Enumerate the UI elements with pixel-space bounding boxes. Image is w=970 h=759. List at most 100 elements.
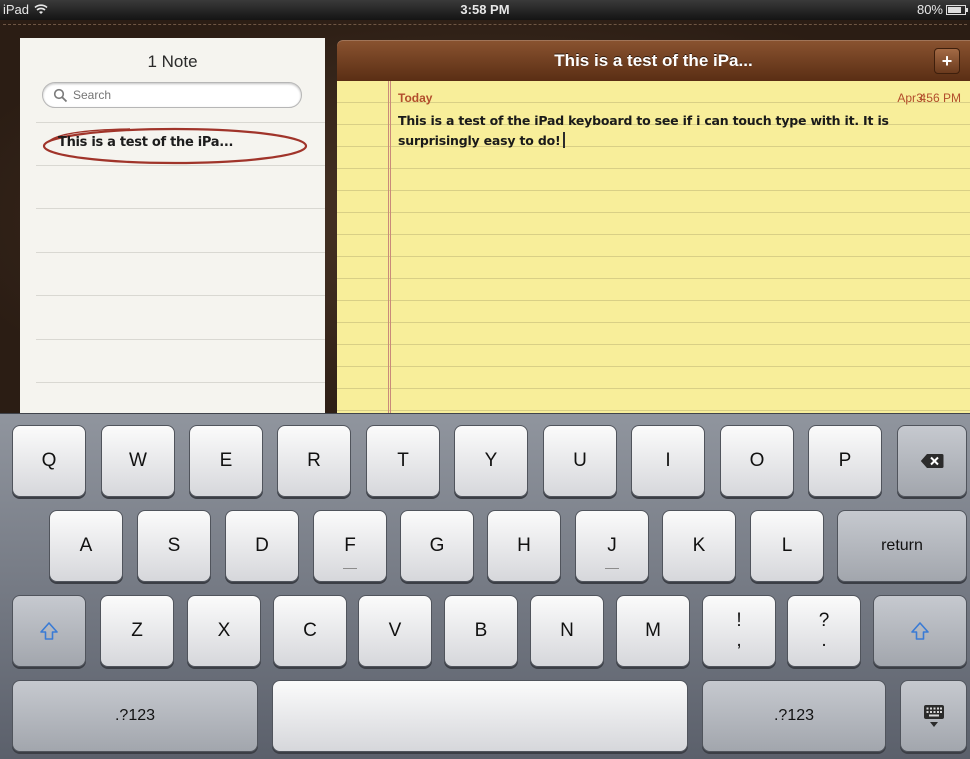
note-item-title: This is a test of the iPa... [58, 135, 234, 150]
list-row-empty [36, 209, 325, 253]
key-label: A [79, 535, 93, 556]
battery-percent: 80% [916, 2, 943, 17]
key-z[interactable]: Z [100, 595, 174, 667]
key-label: H [517, 535, 531, 556]
key-question-period[interactable]: ? . [787, 595, 861, 667]
key-m[interactable]: M [616, 595, 690, 667]
key-label-stack: ? . [819, 611, 830, 651]
key-label: O [749, 450, 765, 471]
list-item[interactable]: This is a test of the iPa... [36, 122, 325, 166]
key-label: U [573, 450, 587, 471]
note-body-content: This is a test of the iPad keyboard to s… [398, 113, 889, 148]
status-time: 3:58 PM [460, 2, 510, 17]
notes-list-panel: 1 Note This is a test of the iPa... [20, 38, 325, 415]
margin-line [388, 81, 391, 415]
key-a[interactable]: A [49, 510, 123, 582]
key-label: S [167, 535, 181, 556]
key-label-bottom: . [821, 630, 827, 651]
key-v[interactable]: V [358, 595, 432, 667]
key-r[interactable]: R [277, 425, 351, 497]
add-note-button[interactable]: + [934, 48, 960, 74]
key-c[interactable]: C [273, 595, 347, 667]
delete-key[interactable] [897, 425, 967, 497]
note-time: 3:56 PM [916, 91, 961, 105]
note-header: This is a test of the iPa... + [337, 40, 970, 81]
hide-keyboard-key[interactable] [900, 680, 967, 752]
home-row-bump [605, 568, 619, 569]
return-key[interactable]: return [837, 510, 967, 582]
search-field[interactable] [42, 82, 302, 108]
battery-icon [946, 4, 968, 15]
key-g[interactable]: G [400, 510, 474, 582]
key-n[interactable]: N [530, 595, 604, 667]
key-label: V [388, 620, 402, 641]
note-paper[interactable]: Today Apr 4 3:56 PM This is a test of th… [337, 81, 970, 415]
key-label: P [838, 450, 852, 471]
key-label: Z [131, 620, 143, 641]
key-label: .?123 [114, 707, 156, 724]
key-label: K [692, 535, 706, 556]
key-w[interactable]: W [101, 425, 175, 497]
home-row-bump [343, 568, 357, 569]
stitching-divider [3, 24, 967, 27]
key-h[interactable]: H [487, 510, 561, 582]
key-label: R [307, 450, 321, 471]
left-shift-key[interactable] [12, 595, 86, 667]
key-label: X [217, 620, 231, 641]
key-q[interactable]: Q [12, 425, 86, 497]
notes-count-title: 1 Note [147, 52, 198, 71]
key-p[interactable]: P [808, 425, 882, 497]
key-label-top: ! [736, 610, 742, 631]
backspace-icon [920, 454, 944, 468]
keyboard: Q W E R T Y U I O P A S D F G H J K L re… [0, 413, 970, 759]
key-label-bottom: , [736, 630, 742, 651]
hide-keyboard-icon [923, 705, 944, 727]
note-panel: This is a test of the iPa... + Today Apr… [337, 40, 970, 415]
key-label: Q [41, 450, 57, 471]
note-title: This is a test of the iPa... [554, 51, 753, 70]
shift-icon [911, 622, 929, 640]
notes-list: This is a test of the iPa... [36, 122, 325, 415]
key-u[interactable]: U [543, 425, 617, 497]
key-o[interactable]: O [720, 425, 794, 497]
key-label: G [429, 535, 445, 556]
numbers-key-right[interactable]: .?123 [702, 680, 886, 752]
key-x[interactable]: X [187, 595, 261, 667]
key-label: W [129, 450, 147, 471]
numbers-key-left[interactable]: .?123 [12, 680, 258, 752]
key-label: M [645, 620, 661, 641]
text-cursor [563, 132, 566, 148]
key-label: N [560, 620, 574, 641]
note-day: Today [398, 91, 433, 105]
key-label-stack: ! , [736, 611, 741, 651]
key-label: .?123 [773, 707, 815, 724]
status-bar: iPad 3:58 PM 80% [0, 0, 970, 20]
list-row-empty [36, 340, 325, 383]
key-s[interactable]: S [137, 510, 211, 582]
key-y[interactable]: Y [454, 425, 528, 497]
key-label: T [397, 450, 409, 471]
note-body-text[interactable]: This is a test of the iPad keyboard to s… [398, 111, 918, 151]
key-e[interactable]: E [189, 425, 263, 497]
key-exclaim-comma[interactable]: ! , [702, 595, 776, 667]
key-f[interactable]: F [313, 510, 387, 582]
list-row-empty [36, 166, 325, 209]
key-t[interactable]: T [366, 425, 440, 497]
list-row-empty [36, 253, 325, 296]
key-j[interactable]: J [575, 510, 649, 582]
key-label: I [665, 450, 671, 471]
key-label-top: ? [818, 610, 830, 631]
search-input[interactable] [73, 88, 273, 102]
key-d[interactable]: D [225, 510, 299, 582]
right-shift-key[interactable] [873, 595, 967, 667]
key-label: F [344, 535, 356, 556]
space-key[interactable] [272, 680, 688, 752]
key-i[interactable]: I [631, 425, 705, 497]
key-label: J [607, 535, 617, 556]
key-k[interactable]: K [662, 510, 736, 582]
key-label: Y [484, 450, 498, 471]
key-b[interactable]: B [444, 595, 518, 667]
key-l[interactable]: L [750, 510, 824, 582]
key-label: E [219, 450, 233, 471]
key-label: B [474, 620, 488, 641]
